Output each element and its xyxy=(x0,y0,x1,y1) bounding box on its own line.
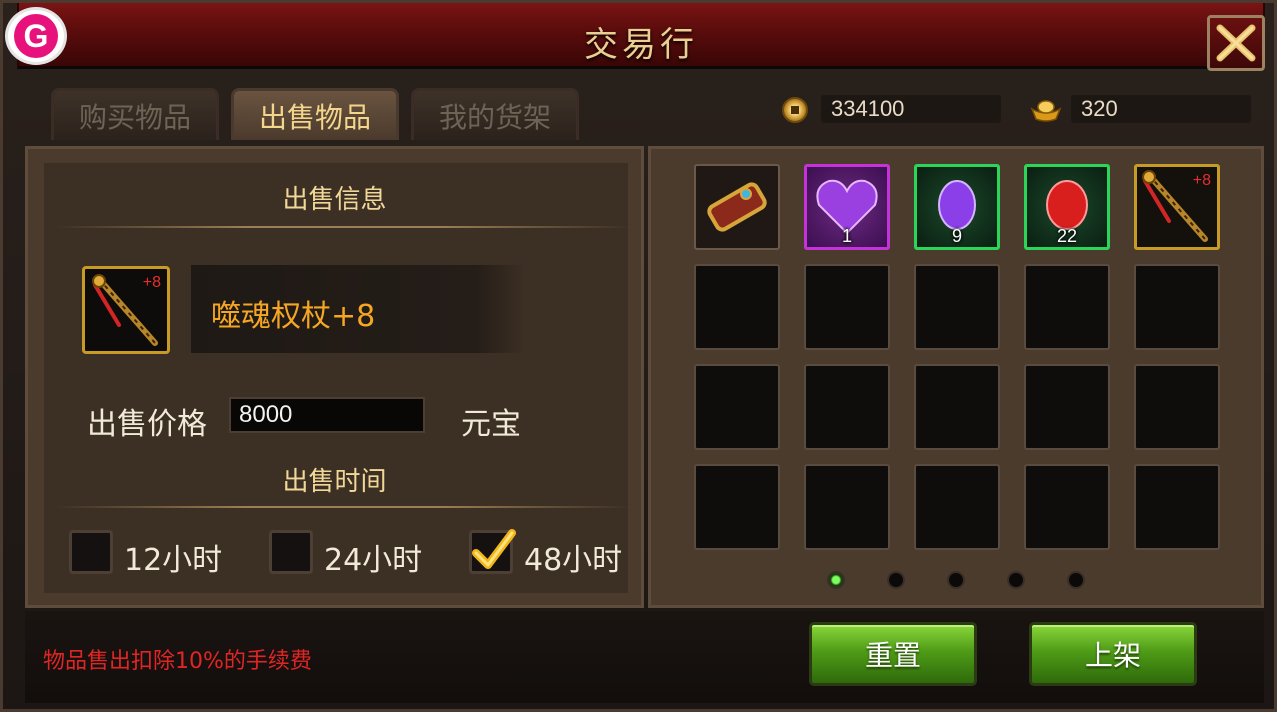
checkbox-48h[interactable] xyxy=(469,529,516,574)
app-logo: G xyxy=(5,7,67,65)
inventory-slot-empty[interactable] xyxy=(914,464,1000,550)
gold-ingot-icon xyxy=(1030,100,1062,122)
item-quantity: 9 xyxy=(951,226,962,246)
inventory-slot[interactable] xyxy=(694,164,780,250)
divider xyxy=(55,226,631,228)
inventory-slot-empty[interactable] xyxy=(914,364,1000,450)
inventory-slot-empty[interactable] xyxy=(914,264,1000,350)
page-dot-1[interactable] xyxy=(827,571,845,589)
close-icon xyxy=(1216,24,1256,62)
coin-icon xyxy=(782,97,808,123)
coin-balance: 334100 xyxy=(821,95,1001,123)
price-unit-label: 元宝 xyxy=(461,407,521,442)
reset-button[interactable]: 重置 xyxy=(809,622,977,686)
inventory-slot-empty[interactable] xyxy=(1024,364,1110,450)
checkbox-24h[interactable] xyxy=(269,530,313,574)
gold-ingot-balance: 320 xyxy=(1071,95,1251,123)
window-title: 交易行 xyxy=(584,25,698,65)
selected-item-slot[interactable]: +8 xyxy=(82,266,170,354)
inventory-slot-empty[interactable] xyxy=(694,464,780,550)
list-item-button[interactable]: 上架 xyxy=(1029,622,1197,686)
inventory-slot[interactable]: +8 xyxy=(1134,164,1220,250)
inventory-slot[interactable]: 9 xyxy=(914,164,1000,250)
enhance-level-badge: +8 xyxy=(142,274,161,291)
checkbox-12h[interactable] xyxy=(69,530,113,574)
inventory-slot-empty[interactable] xyxy=(1134,464,1220,550)
inventory-slot-empty[interactable] xyxy=(1134,364,1220,450)
page-dot-5[interactable] xyxy=(1067,571,1085,589)
inventory-slot-empty[interactable] xyxy=(694,364,780,450)
trading-house-window: 交易行 G 购买物品 出售物品 我的货架 334100 320 出售信息 +8 … xyxy=(0,0,1277,712)
enhance-level-badge: +8 xyxy=(1192,172,1211,189)
inventory-slot[interactable]: 1 xyxy=(804,164,890,250)
tab-my-shelf[interactable]: 我的货架 xyxy=(411,88,579,140)
inventory-slot-empty[interactable] xyxy=(694,264,780,350)
price-label: 出售价格 xyxy=(87,407,207,442)
logo-letter-icon: G xyxy=(14,14,58,58)
sell-time-title: 出售时间 xyxy=(282,467,387,497)
tab-buy-items[interactable]: 购买物品 xyxy=(51,88,219,140)
inventory-slot[interactable]: 22 xyxy=(1024,164,1110,250)
inventory-slot-empty[interactable] xyxy=(804,464,890,550)
tab-sell-items[interactable]: 出售物品 xyxy=(231,88,399,140)
page-dot-3[interactable] xyxy=(947,571,965,589)
item-quantity: 1 xyxy=(841,226,852,246)
close-button[interactable] xyxy=(1207,15,1265,71)
inventory-slot-empty[interactable] xyxy=(804,264,890,350)
sell-info-title: 出售信息 xyxy=(282,185,387,215)
checkmark-icon xyxy=(472,529,516,569)
price-input[interactable]: 8000 xyxy=(229,397,425,433)
item-name-box: 噬魂权杖+8 xyxy=(191,265,525,353)
fee-notice: 物品售出扣除10%的手续费 xyxy=(43,649,312,674)
page-dot-4[interactable] xyxy=(1007,571,1025,589)
title-bar: 交易行 xyxy=(17,3,1265,69)
inventory-slot-empty[interactable] xyxy=(1024,464,1110,550)
scroll-icon xyxy=(707,182,767,232)
time-label-48h: 48小时 xyxy=(524,543,623,578)
time-label-12h: 12小时 xyxy=(124,543,223,578)
item-quantity: 22 xyxy=(1056,226,1078,246)
item-name: 噬魂权杖+8 xyxy=(211,299,376,334)
page-dot-2[interactable] xyxy=(887,571,905,589)
inventory-slot-empty[interactable] xyxy=(1134,264,1220,350)
time-label-24h: 24小时 xyxy=(324,543,423,578)
inventory-slot-empty[interactable] xyxy=(804,364,890,450)
divider xyxy=(55,506,631,508)
inventory-slot-empty[interactable] xyxy=(1024,264,1110,350)
